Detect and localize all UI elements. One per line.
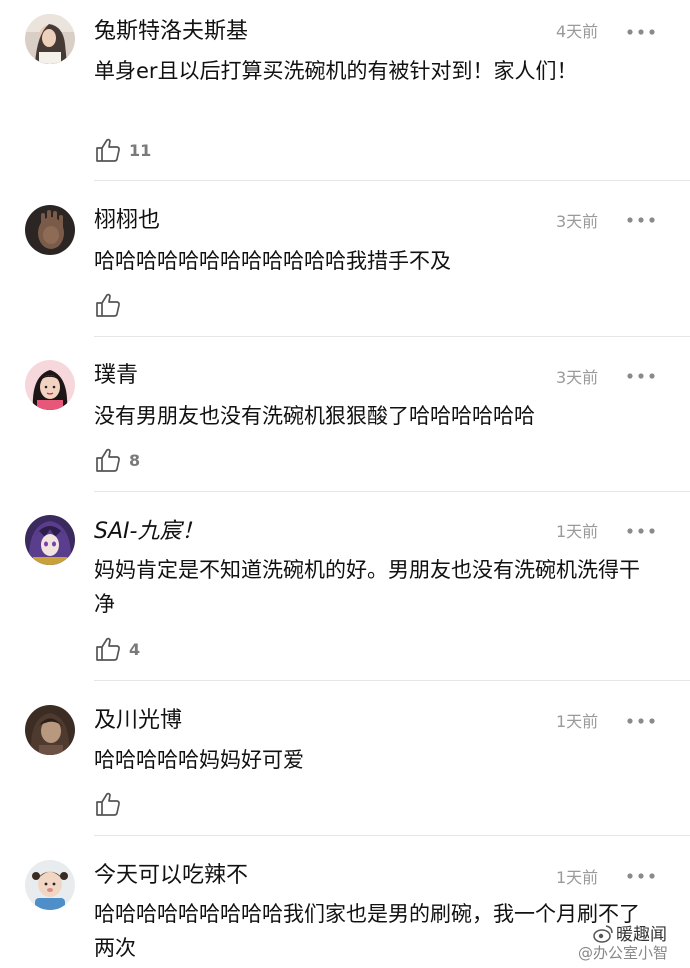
divider xyxy=(94,180,690,181)
more-options-icon[interactable] xyxy=(626,524,656,538)
like-count: 4 xyxy=(129,639,141,659)
comment-text: 哈哈哈哈哈妈妈好可爱 xyxy=(94,748,304,772)
username[interactable]: 今天可以吃辣不 xyxy=(94,861,248,891)
user-avatar[interactable] xyxy=(25,515,75,565)
more-options-icon[interactable] xyxy=(626,369,656,383)
more-options-icon[interactable] xyxy=(626,714,656,728)
thumbs-up-icon xyxy=(95,137,121,163)
comment-time: 3天前 xyxy=(556,368,599,387)
user-avatar[interactable] xyxy=(25,360,75,410)
username[interactable]: 兔斯特洛夫斯基 xyxy=(94,17,248,47)
like-button[interactable]: 8 xyxy=(95,446,140,474)
like-button[interactable]: 4 xyxy=(95,635,140,663)
like-count: 8 xyxy=(129,450,141,470)
thumbs-up-icon xyxy=(95,447,121,473)
avatar-anime-purple-icon xyxy=(25,515,75,565)
comment-time: 1天前 xyxy=(556,868,599,887)
like-button[interactable]: 11 xyxy=(95,136,151,164)
user-avatar[interactable] xyxy=(25,860,75,910)
comment-list: 兔斯特洛夫斯基 4天前 单身er且以后打算买洗碗机的有被针对到！家人们！ 11 xyxy=(0,0,690,968)
username[interactable]: 栩栩也 xyxy=(94,206,160,236)
comment-time: 3天前 xyxy=(556,212,599,231)
more-options-icon[interactable] xyxy=(626,213,656,227)
comment-time: 1天前 xyxy=(556,712,599,731)
comment-text: 哈哈哈哈哈哈哈哈哈哈哈哈我措手不及 xyxy=(94,249,451,273)
avatar-sepia-portrait-icon xyxy=(25,705,75,755)
avatar-child-blue-icon xyxy=(25,860,75,910)
divider xyxy=(94,336,690,337)
comment-text: 没有男朋友也没有洗碗机狠狠酸了哈哈哈哈哈哈 xyxy=(94,404,535,428)
like-count: 11 xyxy=(129,140,152,160)
user-avatar[interactable] xyxy=(25,14,75,64)
comment-time: 4天前 xyxy=(556,22,599,41)
username[interactable]: SAI-九宸！ xyxy=(94,517,203,547)
divider xyxy=(94,491,690,492)
more-options-icon[interactable] xyxy=(626,25,656,39)
watermark-account: @办公室小智 xyxy=(578,944,669,962)
username[interactable]: 璞青 xyxy=(94,361,138,391)
avatar-girl-pink-icon xyxy=(25,360,75,410)
avatar-dark-hand-icon xyxy=(25,205,75,255)
username[interactable]: 及川光博 xyxy=(94,706,182,736)
divider xyxy=(94,680,690,681)
thumbs-up-icon xyxy=(95,636,121,662)
like-button[interactable] xyxy=(95,790,129,818)
user-avatar[interactable] xyxy=(25,705,75,755)
more-options-icon[interactable] xyxy=(626,869,656,883)
comment-text: 哈哈哈哈哈哈哈哈哈我们家也是男的刷碗，我一个月刷不了两次 xyxy=(94,902,640,960)
avatar-woman-dark-hair-icon xyxy=(25,14,75,64)
like-button[interactable] xyxy=(95,291,129,319)
comment-text: 单身er且以后打算买洗碗机的有被针对到！家人们！ xyxy=(94,59,578,83)
weibo-logo-icon xyxy=(593,925,613,943)
divider xyxy=(94,835,690,836)
comment-text: 妈妈肯定是不知道洗碗机的好。男朋友也没有洗碗机洗得干净 xyxy=(94,558,640,616)
user-avatar[interactable] xyxy=(25,205,75,255)
comment-time: 1天前 xyxy=(556,522,599,541)
thumbs-up-icon xyxy=(95,791,121,817)
thumbs-up-icon xyxy=(95,292,121,318)
